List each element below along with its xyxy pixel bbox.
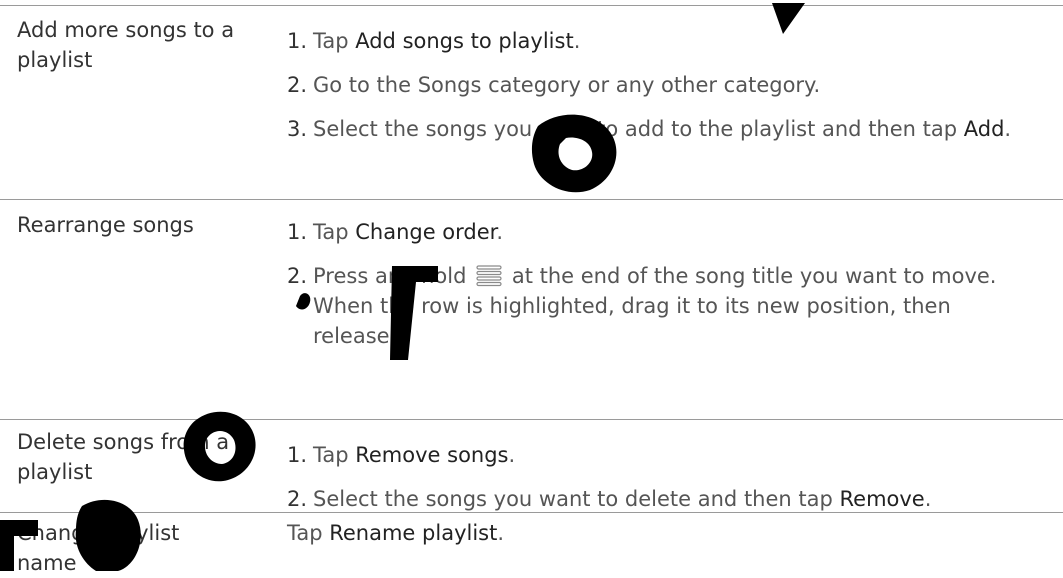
row-label-rearrange-songs: Rearrange songs: [17, 213, 194, 237]
step-number: 1.: [287, 29, 308, 53]
step-text: Tap: [313, 443, 356, 467]
step-text-end: .: [1004, 117, 1012, 141]
step-text: Press and hold: [313, 264, 467, 288]
instruction-text: Tap: [287, 521, 330, 545]
table-row-delete-songs: Delete songs from a playlist 1. Tap Remo…: [0, 419, 1063, 520]
step-keyword: Change order: [355, 220, 497, 244]
step-number: 1.: [287, 443, 308, 467]
step-number: 3.: [287, 117, 308, 141]
step-item: 1. Tap Remove songs.: [287, 440, 1037, 470]
step-text-end: .: [508, 443, 516, 467]
step-number: 2.: [287, 264, 308, 288]
row-label-add-songs: Add more songs to a playlist: [17, 18, 235, 72]
step-text: Go to the Songs category or any other ca…: [313, 73, 821, 97]
step-text-end: .: [496, 220, 504, 244]
steps-list-add-songs: 1. Tap Add songs to playlist. 2. Go to t…: [287, 26, 1037, 158]
step-text: Tap: [313, 220, 356, 244]
step-text: Select the songs you want to delete and …: [313, 487, 840, 511]
step-text: Tap: [313, 29, 356, 53]
row-label-change-name: Change playlist name: [17, 521, 180, 575]
step-number: 2.: [287, 73, 308, 97]
row-instruction: Tap Rename playlist.: [287, 518, 504, 548]
steps-list-rearrange-songs: 1. Tap Change order. 2. Press and hold a…: [287, 217, 1037, 365]
step-number: 1.: [287, 220, 308, 244]
table-row-change-name: Change playlist name Tap Rename playlist…: [0, 512, 1063, 575]
step-keyword: Add songs to playlist: [355, 29, 574, 53]
instruction-keyword: Rename playlist: [329, 521, 498, 545]
step-item: 1. Tap Change order.: [287, 217, 1037, 247]
step-keyword: Remove songs: [355, 443, 509, 467]
row-label-delete-songs: Delete songs from a playlist: [17, 430, 230, 484]
table-row-add-songs: Add more songs to a playlist 1. Tap Add …: [0, 5, 1063, 156]
step-item: 2. Select the songs you want to delete a…: [287, 484, 1037, 514]
step-text-end: .: [924, 487, 932, 511]
instruction-text-end: .: [497, 521, 505, 545]
step-keyword: Remove: [839, 487, 925, 511]
step-item: 2. Go to the Songs category or any other…: [287, 70, 1037, 100]
document-page: Add more songs to a playlist 1. Tap Add …: [0, 0, 1063, 575]
step-text-end: .: [573, 29, 581, 53]
step-item: 1. Tap Add songs to playlist.: [287, 26, 1037, 56]
table-row-rearrange-songs: Rearrange songs 1. Tap Change order. 2. …: [0, 199, 1063, 390]
step-text: Select the songs you want to add to the …: [313, 117, 964, 141]
step-item: 3. Select the songs you want to add to t…: [287, 114, 1037, 144]
step-item: 2. Press and hold at the end of the song…: [287, 261, 1037, 351]
drag-handle-icon: [475, 263, 503, 287]
step-number: 2.: [287, 487, 308, 511]
step-keyword: Add: [963, 117, 1005, 141]
